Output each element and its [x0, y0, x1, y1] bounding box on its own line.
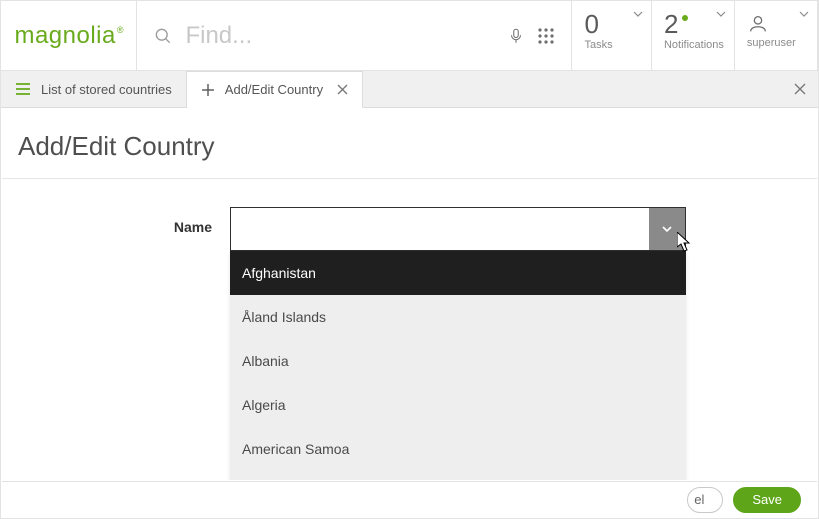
combo-option[interactable]: Algeria — [230, 383, 686, 427]
combo-toggle-button[interactable] — [649, 208, 685, 250]
combo-option[interactable]: Andorra — [230, 471, 686, 480]
plus-icon — [201, 83, 215, 97]
tasks-label: Tasks — [584, 39, 641, 51]
name-label: Name — [2, 207, 230, 235]
notifications-label: Notifications — [664, 39, 724, 51]
brand-name: magnolia — [14, 22, 115, 49]
list-icon — [15, 82, 31, 96]
combo-option[interactable]: Åland Islands — [230, 295, 686, 339]
notifications-cell[interactable]: 2 Notifications — [652, 1, 735, 70]
tab-list-label: List of stored countries — [41, 82, 172, 97]
combo-dropdown-scroll[interactable]: Afghanistan Åland Islands Albania Algeri… — [230, 251, 686, 480]
form-row-name: Name Afghanistan Åland Islands Albania A… — [2, 179, 817, 251]
combo-option[interactable]: American Samoa — [230, 427, 686, 471]
search-icon[interactable] — [153, 26, 173, 46]
tab-list-countries[interactable]: List of stored countries — [1, 71, 187, 107]
chevron-down-icon — [799, 9, 809, 19]
user-name: superuser — [747, 37, 807, 49]
user-cell[interactable]: superuser — [735, 1, 818, 70]
chevron-down-icon — [633, 9, 643, 19]
user-icon — [747, 13, 807, 35]
notifications-count-num: 2 — [664, 11, 678, 37]
unread-dot-icon — [682, 15, 688, 21]
name-combo: Afghanistan Åland Islands Albania Algeri… — [230, 207, 686, 251]
close-all-tabs-icon[interactable] — [794, 83, 806, 95]
notifications-count: 2 — [664, 11, 724, 37]
footer-bar: el Save — [2, 481, 817, 517]
combo-option[interactable]: Albania — [230, 339, 686, 383]
cancel-button[interactable]: el — [687, 487, 723, 513]
brand-logo: magnolia® — [14, 22, 123, 50]
chevron-down-icon — [660, 222, 674, 236]
content-area[interactable]: Add/Edit Country Name Afghanistan Åland … — [2, 109, 817, 480]
brand-reg: ® — [117, 25, 124, 35]
microphone-icon[interactable] — [507, 26, 525, 46]
chevron-down-icon — [716, 9, 726, 19]
app-launcher-icon[interactable] — [537, 27, 555, 45]
app-header: magnolia® 0 Tasks 2 Notifications — [1, 1, 818, 71]
close-tab-icon[interactable] — [337, 84, 348, 95]
combo-box — [230, 207, 686, 251]
search-input[interactable] — [185, 22, 495, 50]
tasks-cell[interactable]: 0 Tasks — [572, 1, 652, 70]
save-button[interactable]: Save — [733, 487, 801, 513]
logo-cell[interactable]: magnolia® — [1, 1, 137, 70]
page-title: Add/Edit Country — [2, 109, 817, 179]
tab-editor-label: Add/Edit Country — [225, 82, 323, 97]
combo-option[interactable]: Afghanistan — [230, 251, 686, 295]
search-cell — [137, 1, 572, 70]
tab-add-edit-country[interactable]: Add/Edit Country — [187, 71, 363, 108]
name-input[interactable] — [231, 208, 649, 250]
tabs-bar: List of stored countries Add/Edit Countr… — [1, 71, 818, 108]
combo-dropdown: Afghanistan Åland Islands Albania Algeri… — [230, 251, 686, 480]
